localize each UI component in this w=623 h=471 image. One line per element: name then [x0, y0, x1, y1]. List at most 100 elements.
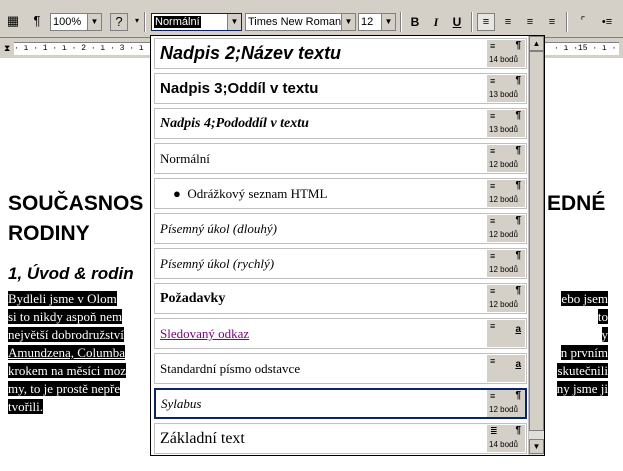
style-dropdown-list[interactable]: Nadpis 2;Název textu ≡ ¶ 14 bodů Nadpis … [150, 35, 545, 456]
character-style-icon: a [515, 359, 521, 370]
paragraph-mark-icon: ¶ [515, 425, 521, 436]
style-size: 14 bodů [489, 440, 518, 449]
style-item-sledovany-odkaz[interactable]: Sledovaný odkaz ≡ a [154, 318, 527, 349]
document-title-left: SOUČASNOS [8, 192, 144, 215]
numbering-icon[interactable]: ⌜ [574, 13, 592, 31]
style-item-normalni[interactable]: Normální ≡ ¶ 12 bodů [154, 143, 527, 174]
document-map-icon[interactable]: ▦ [4, 12, 22, 30]
font-size-value: 12 [361, 16, 374, 28]
scroll-up-icon[interactable]: ▲ [529, 36, 544, 51]
style-item-label: Požadavky [160, 291, 226, 306]
style-badge: ≣ ¶ 14 bodů [487, 425, 525, 452]
font-size-combo[interactable]: 12 ▼ [358, 13, 396, 31]
style-item-pisemny-ukol-dlouhy[interactable]: Písemný úkol (dlouhý) ≡ ¶ 12 bodů [154, 213, 527, 244]
paragraph-mark-icon: ¶ [515, 110, 521, 121]
align-left-icon: ≡ [490, 391, 496, 401]
body-line: ebo jsem [561, 291, 608, 306]
scroll-down-icon[interactable]: ▼ [529, 439, 544, 454]
style-combo[interactable]: Normální ▼ [151, 13, 242, 31]
ruler-ticks-right: · ı ·15 · ı · [554, 44, 617, 53]
style-value[interactable]: Normální [154, 16, 201, 28]
align-left-icon: ≡ [490, 76, 496, 86]
style-item-nadpis-4[interactable]: Nadpis 4;Pododdíl v textu ≡ ¶ 13 bodů [154, 108, 527, 139]
style-badge: ≡ ¶ 12 bodů [487, 285, 525, 312]
indent-marker-icon[interactable]: ⧗ [4, 41, 12, 55]
paragraph-mark-icon: ¶ [515, 75, 521, 86]
document-title-line2: RODINY [8, 222, 90, 245]
align-right-icon[interactable]: ≡ [521, 13, 539, 31]
zoom-combo[interactable]: 100% ▼ [50, 13, 102, 31]
style-item-odrazkovy-seznam[interactable]: ● Odrážkový seznam HTML ≡ ¶ 12 bodů [154, 178, 527, 209]
formatting-toolbar: ▦ ¶ 100% ▼ ? ▾ Normální ▼ Times New Roma… [0, 0, 623, 38]
style-badge: ≡ ¶ 12 bodů [487, 215, 525, 242]
bullet-icon: ● [173, 186, 188, 201]
align-left-icon: ≡ [490, 216, 496, 226]
style-item-text: Odrážkový seznam HTML [187, 186, 328, 201]
align-left-icon: ≡ [490, 321, 496, 331]
help-icon[interactable]: ? [110, 13, 128, 31]
body-line: si to nikdy aspoň nem [8, 309, 123, 324]
style-size: 12 bodů [489, 300, 518, 309]
style-size: 13 bodů [489, 125, 518, 134]
chevron-down-icon[interactable]: ▼ [87, 14, 101, 30]
style-item-pisemny-ukol-rychly[interactable]: Písemný úkol (rychlý) ≡ ¶ 12 bodů [154, 248, 527, 279]
style-badge: ≡ a [487, 355, 525, 382]
toolbar-separator [566, 12, 568, 32]
style-item-label: Nadpis 3;Oddíl v textu [160, 80, 319, 97]
justify-icon: ≣ [490, 426, 498, 436]
underline-button[interactable]: U [448, 13, 466, 31]
style-item-label: Základní text [160, 430, 245, 447]
font-value: Times New Roman [248, 16, 342, 28]
style-size: 12 bodů [489, 405, 518, 414]
align-center-icon[interactable]: ≡ [499, 13, 517, 31]
style-size: 12 bodů [489, 195, 518, 204]
zoom-value: 100% [53, 16, 82, 28]
toolbar-separator [471, 12, 473, 32]
body-text-left: Bydleli jsme v Olom si to nikdy aspoň ne… [8, 290, 168, 416]
font-combo[interactable]: Times New Roman ▼ [245, 13, 356, 31]
style-item-standardni-pismo[interactable]: Standardní písmo odstavce ≡ a [154, 353, 527, 384]
body-line: ny jsme ji [556, 381, 608, 396]
toolbar-separator [400, 12, 402, 32]
style-badge: ≡ ¶ 13 bodů [487, 110, 525, 137]
body-line: y [601, 327, 608, 342]
style-item-sylabus[interactable]: Sylabus ≡ ¶ 12 bodů [154, 388, 527, 419]
style-badge: ≡ ¶ 12 bodů [487, 145, 525, 172]
style-item-label: Písemný úkol (dlouhý) [160, 221, 277, 236]
style-size: 12 bodů [489, 265, 518, 274]
chevron-down-icon[interactable]: ▼ [381, 14, 395, 30]
style-badge: ≡ ¶ 12 bodů [487, 180, 525, 207]
paragraph-mark-icon[interactable]: ¶ [28, 12, 46, 30]
document-title-right: EDNÉ [547, 192, 606, 215]
style-item-nadpis-3[interactable]: Nadpis 3;Oddíl v textu ≡ ¶ 13 bodů [154, 73, 527, 104]
paragraph-mark-icon: ¶ [515, 390, 521, 401]
align-left-icon: ≡ [490, 146, 496, 156]
style-item-nadpis-2[interactable]: Nadpis 2;Název textu ≡ ¶ 14 bodů [154, 38, 527, 69]
style-item-label: Písemný úkol (rychlý) [160, 256, 275, 271]
style-size: 12 bodů [489, 230, 518, 239]
align-left-icon[interactable]: ≡ [477, 13, 495, 31]
style-item-label: Sledovaný odkaz [160, 326, 250, 341]
style-item-label: Nadpis 2;Název textu [160, 43, 342, 63]
align-left-icon: ≡ [490, 41, 496, 51]
dropdown-scrollbar[interactable]: ▲ ▼ [528, 36, 544, 455]
scrollbar-thumb[interactable] [529, 51, 544, 431]
chevron-down-icon[interactable]: ▼ [341, 14, 355, 30]
justify-icon[interactable]: ≡ [543, 13, 561, 31]
chevron-down-icon[interactable]: ▼ [227, 14, 241, 30]
style-size: 13 bodů [489, 90, 518, 99]
style-badge: ≡ ¶ 13 bodů [487, 75, 525, 102]
character-style-icon: a [515, 324, 521, 335]
style-badge: ≡ ¶ 12 bodů [487, 390, 525, 417]
style-size: 14 bodů [489, 55, 518, 64]
align-left-icon: ≡ [490, 181, 496, 191]
style-item-label: Nadpis 4;Pododdíl v textu [160, 116, 309, 131]
style-item-zakladni-text[interactable]: Základní text ≣ ¶ 14 bodů [154, 423, 527, 454]
paragraph-mark-icon: ¶ [515, 250, 521, 261]
bullets-icon[interactable]: •≡ [598, 13, 616, 31]
style-item-pozadavky[interactable]: Požadavky ≡ ¶ 12 bodů [154, 283, 527, 314]
bold-button[interactable]: B [406, 13, 424, 31]
italic-button[interactable]: I [427, 13, 445, 31]
body-line: největší dobrodružství [8, 327, 124, 342]
paragraph-mark-icon: ¶ [515, 180, 521, 191]
